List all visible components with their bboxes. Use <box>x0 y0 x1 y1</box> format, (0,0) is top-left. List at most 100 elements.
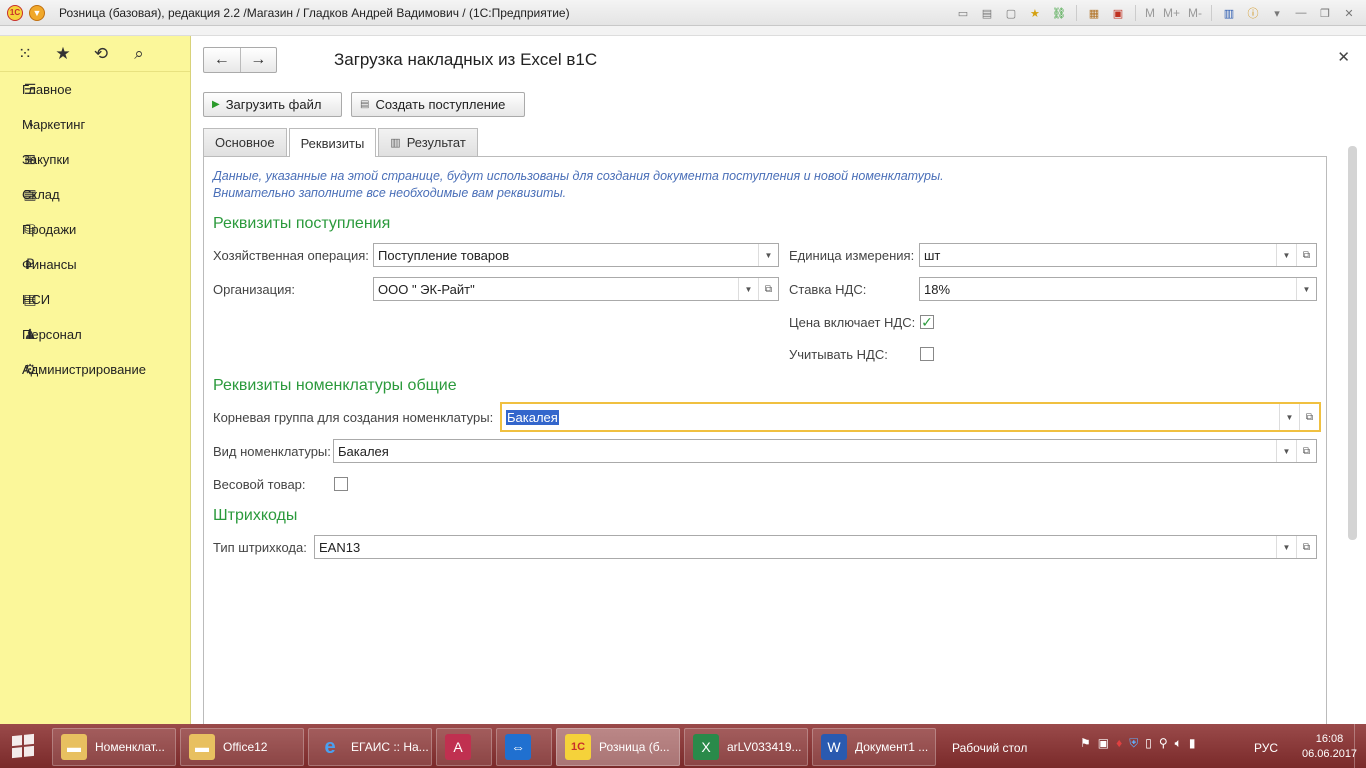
search-icon[interactable]: ⌕ <box>129 44 149 64</box>
create-receipt-button[interactable]: ▤ Создать поступление <box>351 92 525 117</box>
flag-icon[interactable]: ⚑ <box>1080 736 1091 751</box>
battery-icon[interactable]: ▯ <box>1145 736 1152 751</box>
chevron-down-icon[interactable]: ▼ <box>1276 244 1296 266</box>
vat-rate-field[interactable]: 18% ▼ <box>919 277 1317 301</box>
organization-label: Организация: <box>213 282 296 297</box>
sidebar-item-sales[interactable]: ⛁ Продажи <box>0 212 190 247</box>
open-icon[interactable]: ⧉ <box>1296 536 1316 558</box>
system-tray: ⚑ ▣ ♦ ⛨ ▯ ⚲ 🔈︎ ▮ <box>1080 736 1195 751</box>
chevron-down-icon[interactable]: ▼ <box>758 244 778 266</box>
open-icon[interactable]: ⧉ <box>1296 244 1316 266</box>
show-desktop-button[interactable] <box>1354 724 1366 768</box>
nomenclature-type-field[interactable]: Бакалея ▼ ⧉ <box>333 439 1317 463</box>
vertical-scrollbar[interactable] <box>1348 146 1357 540</box>
chevron-down-icon[interactable]: ▼ <box>1276 440 1296 462</box>
chevron-down-icon[interactable]: ▼ <box>1276 536 1296 558</box>
task-teamviewer[interactable]: ⇔ <box>496 728 552 766</box>
sidebar-item-admin[interactable]: ⚙ Администрирование <box>0 352 190 387</box>
task-nomenclature[interactable]: ▬ Номенклат... <box>52 728 176 766</box>
price-incl-vat-checkbox[interactable]: ✓ <box>920 315 934 329</box>
weight-product-checkbox[interactable] <box>334 477 348 491</box>
operation-field[interactable]: Поступление товаров ▼ <box>373 243 779 267</box>
grid-menu-icon[interactable]: ⁙ <box>15 44 35 64</box>
panels-icon[interactable]: ▥ <box>1218 3 1240 23</box>
task-1c-retail[interactable]: 1С Розница (б... <box>556 728 680 766</box>
volume-icon[interactable]: 🔈︎ <box>1175 736 1182 751</box>
chevron-down-icon[interactable]: ▼ <box>738 278 758 300</box>
account-vat-checkbox[interactable] <box>920 347 934 361</box>
start-button[interactable] <box>0 724 46 768</box>
print-icon[interactable]: ▤ <box>976 3 998 23</box>
sidebar-item-warehouse[interactable]: ▦ Склад <box>0 177 190 212</box>
sidebar-item-nsi[interactable]: ▤ НСИ <box>0 282 190 317</box>
task-word[interactable]: W Документ1 ... <box>812 728 936 766</box>
shield-icon[interactable]: ⛨ <box>1129 736 1138 751</box>
desktop-toolbar-label[interactable]: Рабочий стол <box>952 741 1027 755</box>
usb-icon[interactable]: ⚲ <box>1159 736 1168 751</box>
memory-m-plus-button[interactable]: M+ <box>1160 3 1183 23</box>
1c-logo-icon[interactable]: 1С <box>7 4 23 21</box>
form-area: ← → Загрузка накладных из Excel в1С ✕ ▶ … <box>192 36 1366 726</box>
chevron-down-icon[interactable]: ▼ <box>1296 278 1316 300</box>
task-egais[interactable]: e ЕГАИС :: На... <box>308 728 432 766</box>
close-window-icon[interactable]: ✕ <box>1338 3 1360 23</box>
link-icon[interactable]: ⛓ <box>1048 3 1070 23</box>
chevron-down-icon[interactable]: ▼ <box>1279 404 1299 430</box>
task-excel[interactable]: X arLV033419... <box>684 728 808 766</box>
organization-field[interactable]: ООО " ЭК-Райт" ▼ ⧉ <box>373 277 779 301</box>
signal-icon[interactable]: ▮ <box>1189 736 1196 751</box>
sidebar-item-label: Закупки <box>22 152 70 167</box>
vat-rate-label: Ставка НДС: <box>789 282 867 297</box>
section-barcodes: Штрихкоды <box>213 507 298 524</box>
sidebar-item-purchases[interactable]: ⊞ Закупки <box>0 142 190 177</box>
restore-icon[interactable]: ❐ <box>1314 3 1336 23</box>
antivirus-icon[interactable]: ♦ <box>1116 736 1122 751</box>
minimize-icon[interactable]: — <box>1290 3 1312 23</box>
open-icon[interactable]: ⧉ <box>758 278 778 300</box>
favorites-icon[interactable]: ★ <box>1024 3 1046 23</box>
windows-taskbar: ▬ Номенклат... ▬ Office12 e ЕГАИС :: На.… <box>0 724 1366 768</box>
unit-field[interactable]: шт ▼ ⧉ <box>919 243 1317 267</box>
calculator-icon[interactable]: ▦ <box>1083 3 1105 23</box>
system-clock[interactable]: 16:08 06.06.2017 <box>1302 732 1357 762</box>
main-menu-icon[interactable]: ▼ <box>29 4 45 21</box>
preview-icon[interactable]: ▢ <box>1000 3 1022 23</box>
open-icon[interactable]: ⧉ <box>1296 440 1316 462</box>
play-icon: ▶ <box>212 99 220 110</box>
barcode-type-field[interactable]: EAN13 ▼ ⧉ <box>314 535 1317 559</box>
forward-arrow-icon[interactable]: → <box>241 48 277 72</box>
memory-m-button[interactable]: M <box>1142 3 1158 23</box>
windows-logo-icon <box>12 733 34 759</box>
vat-rate-value: 18% <box>924 281 951 297</box>
save-icon[interactable]: ▭ <box>952 3 974 23</box>
load-file-label: Загрузить файл <box>225 97 322 112</box>
dropdown-icon[interactable]: ▾ <box>1266 3 1288 23</box>
clock-time: 16:08 <box>1315 733 1344 745</box>
task-access[interactable]: A <box>436 728 492 766</box>
hint-line-2: Внимательно заполните все необходимые ва… <box>213 186 567 200</box>
tab-result[interactable]: ▥ Результат <box>378 128 478 156</box>
task-office12[interactable]: ▬ Office12 <box>180 728 304 766</box>
tab-main[interactable]: Основное <box>203 128 287 156</box>
language-indicator[interactable]: РУС <box>1254 741 1278 755</box>
sidebar-item-marketing[interactable]: ◔ Маркетинг <box>0 107 190 142</box>
sidebar-item-finance[interactable]: ₽ Финансы <box>0 247 190 282</box>
sidebar-item-label: Склад <box>22 187 60 202</box>
nomenclature-type-label: Вид номенклатуры: <box>213 444 331 459</box>
close-form-icon[interactable]: ✕ <box>1337 48 1350 66</box>
calendar-icon[interactable]: ▣ <box>1107 3 1129 23</box>
root-group-field[interactable]: Бакалея ▼ ⧉ <box>500 402 1321 432</box>
excel-icon: X <box>693 734 719 760</box>
tab-requisites[interactable]: Реквизиты <box>288 128 377 157</box>
favorites-star-icon[interactable]: ★ <box>53 44 73 64</box>
network-icon[interactable]: ▣ <box>1098 736 1109 751</box>
back-arrow-icon[interactable]: ← <box>204 48 241 72</box>
sidebar-item-main[interactable]: ☰ Главное <box>0 72 190 107</box>
memory-m-minus-button[interactable]: M- <box>1185 3 1205 23</box>
history-icon[interactable]: ⟲ <box>91 44 111 64</box>
open-icon[interactable]: ⧉ <box>1299 404 1319 430</box>
teamviewer-icon: ⇔ <box>505 734 531 760</box>
sidebar-item-personnel[interactable]: ♟ Персонал <box>0 317 190 352</box>
load-file-button[interactable]: ▶ Загрузить файл <box>203 92 342 117</box>
info-icon[interactable]: ⓘ <box>1242 3 1264 23</box>
